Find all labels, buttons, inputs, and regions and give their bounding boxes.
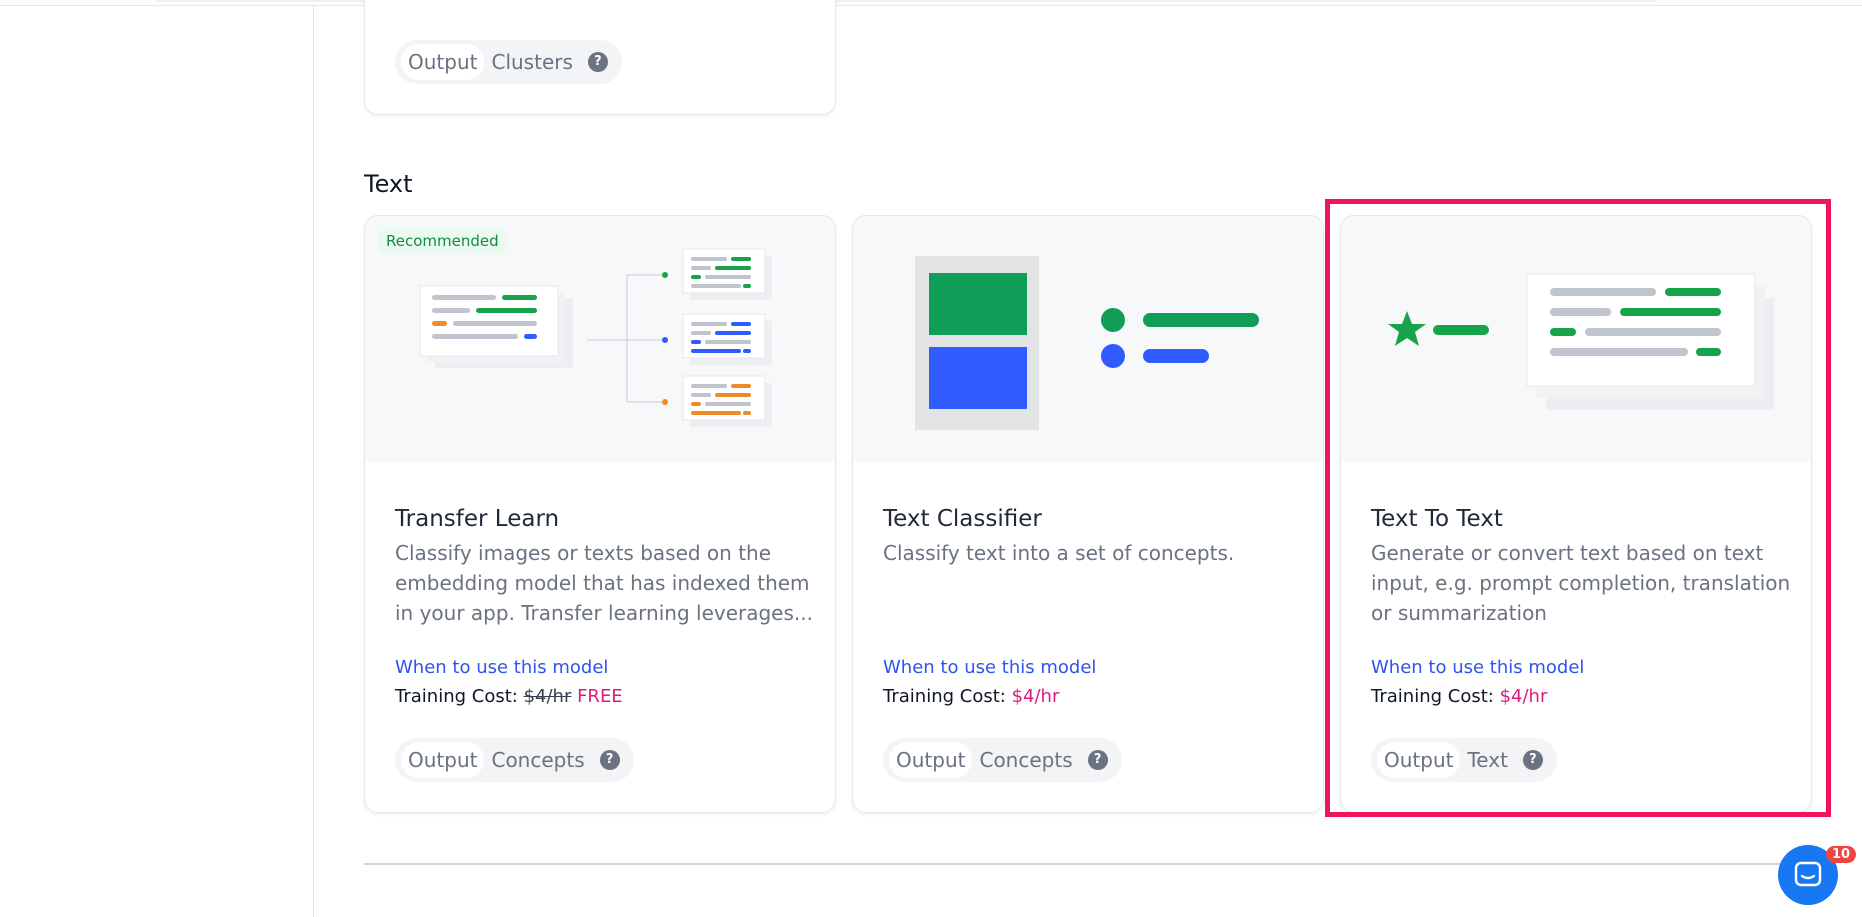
model-card-text-classifier[interactable]: Text Classifier Classify text into a set… [852,215,1324,813]
cost-label: Training Cost: [883,686,1012,707]
model-card-text-to-text[interactable]: Text To Text Generate or convert text ba… [1340,215,1812,813]
tag-output[interactable]: Output [1377,742,1461,778]
chat-icon [1794,861,1822,887]
when-to-use-link[interactable]: When to use this model [883,657,1096,678]
when-to-use-link[interactable]: When to use this model [395,657,608,678]
help-icon[interactable]: ? [1522,750,1543,770]
training-cost: Training Cost: $4/hr FREE [395,686,623,707]
chat-unread-badge: 10 [1826,846,1857,863]
cost-label: Training Cost: [1371,686,1500,707]
cost-value: FREE [577,686,623,707]
tag-output[interactable]: Output [401,742,485,778]
tag-group: Output Concepts ? [395,738,634,782]
section-title: Text [364,170,413,198]
card-description: Classify text into a set of concepts. [883,541,1235,565]
cost-value: $4/hr [1011,686,1060,707]
tag-group: Output Text ? [1371,738,1557,782]
help-icon[interactable]: ? [587,52,608,72]
card-title: Transfer Learn [395,506,560,532]
help-icon[interactable]: ? [1087,750,1108,770]
transfer-learn-illustration: Recommended [365,216,835,462]
when-to-use-link[interactable]: When to use this model [1371,657,1584,678]
text-classifier-illustration [853,216,1323,462]
tag-concepts[interactable]: Concepts [972,742,1079,778]
training-cost: Training Cost: $4/hr [1371,686,1547,707]
tag-text[interactable]: Text [1460,742,1514,778]
card-description: Generate or convert text based on text i… [1371,541,1791,625]
text-to-text-illustration [1341,216,1811,462]
tag-concepts[interactable]: Concepts [484,742,591,778]
tag-output[interactable]: Output [401,44,485,80]
training-cost: Training Cost: $4/hr [883,686,1059,707]
section-divider [364,863,1834,865]
tag-group: Output Concepts ? [883,738,1122,782]
tag-clusters[interactable]: Clusters [484,44,579,80]
card-title: Text To Text [1371,506,1503,532]
tag-output[interactable]: Output [889,742,973,778]
sidebar [0,6,314,917]
card-description: Classify images or texts based on the em… [395,541,813,625]
model-card-clusters[interactable]: Output Clusters ? [364,0,836,115]
tag-group: Output Clusters ? [395,40,622,84]
cost-label: Training Cost: [395,686,524,707]
cost-value: $4/hr [1499,686,1548,707]
model-card-transfer-learn[interactable]: Recommended Transfer Learn Classify imag… [364,215,836,813]
card-title: Text Classifier [883,506,1042,532]
recommended-badge: Recommended [378,228,507,254]
help-icon[interactable]: ? [599,750,620,770]
cost-old-price: $4/hr [523,686,572,707]
